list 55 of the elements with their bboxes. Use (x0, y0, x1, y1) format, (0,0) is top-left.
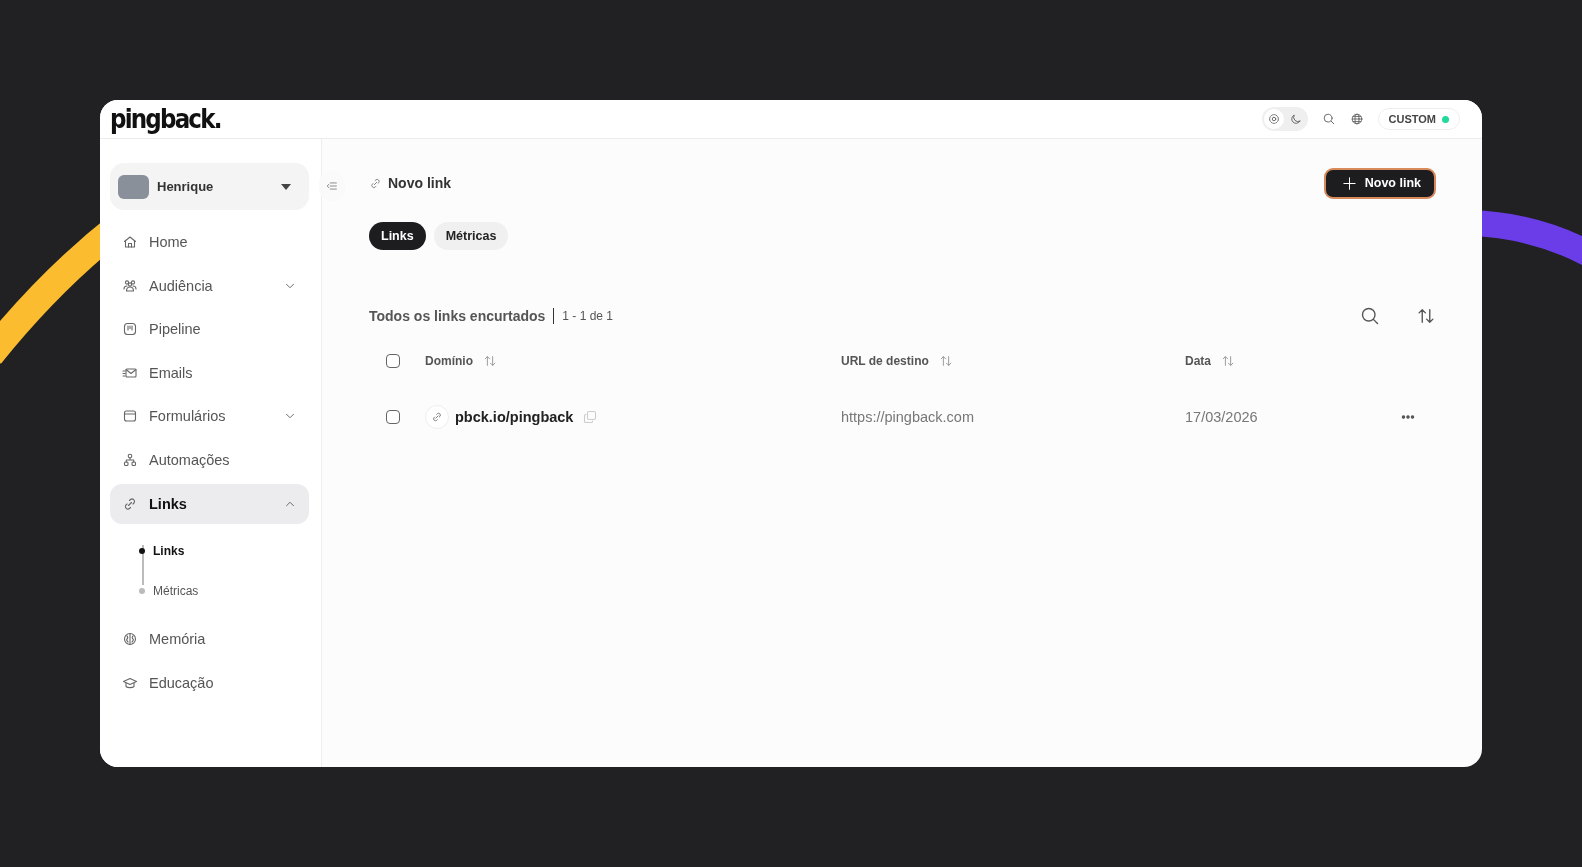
sort-icon (938, 354, 953, 368)
tab[interactable]: Métricas (433, 222, 509, 250)
copy-icon (582, 409, 599, 425)
sort-icon (1221, 354, 1235, 368)
form-icon (122, 408, 138, 425)
collapse-icon (325, 179, 339, 193)
column-header[interactable]: URL de destino (841, 354, 929, 368)
link-icon (122, 495, 138, 512)
new-link-button[interactable]: Novo link (1323, 167, 1436, 199)
sidebar-item[interactable]: Links (110, 483, 309, 524)
sort-button[interactable] (1416, 306, 1436, 326)
moon-icon (1288, 112, 1303, 126)
globe-icon (1349, 112, 1364, 126)
plus-icon (1341, 175, 1357, 191)
sidebar-item[interactable]: Pipeline (110, 309, 309, 350)
account-switcher[interactable]: Henrique (110, 163, 309, 210)
list-title: Todos os links encurtados (369, 308, 555, 324)
search-icon (1360, 306, 1380, 326)
link-icon (369, 176, 382, 190)
sort-icon (1416, 306, 1436, 326)
caret-icon (281, 183, 291, 190)
flow-icon (122, 451, 138, 468)
account-name: Henrique (157, 179, 215, 194)
sidebar-item[interactable]: Automações (110, 439, 309, 480)
short-link[interactable]: pbck.io/pingback (455, 409, 574, 425)
status-dot (1442, 115, 1449, 123)
result-count: 1 - 1 de 1 (561, 309, 615, 323)
sidebar-subitem[interactable]: Métricas (134, 571, 309, 612)
table-cell-text: 17/03/2026 (1185, 409, 1259, 425)
row-checkbox[interactable] (386, 410, 400, 424)
custom-badge[interactable]: CUSTOM (1377, 108, 1460, 130)
sidebar-item[interactable]: Memória (110, 619, 309, 660)
brain-icon (122, 631, 138, 648)
theme-option[interactable] (1263, 109, 1284, 129)
sort-icon (483, 354, 497, 368)
sidebar-subitem[interactable]: Links (134, 531, 309, 572)
column-header[interactable]: Data (1185, 354, 1211, 368)
tab[interactable]: Links (369, 222, 426, 250)
page-title: Novo link (388, 175, 451, 191)
people-icon (122, 277, 138, 294)
sidebar-item[interactable]: Emails (110, 352, 309, 393)
search-button[interactable] (1360, 306, 1380, 326)
select-all-checkbox[interactable] (386, 354, 400, 368)
sidebar-item[interactable]: Educação (110, 662, 309, 703)
avatar-placeholder (118, 174, 149, 199)
sidebar-item[interactable]: Audiência (110, 265, 309, 306)
board-icon (122, 321, 138, 338)
link-icon (431, 411, 443, 423)
column-header[interactable]: Domínio (425, 354, 473, 368)
home-icon (122, 234, 138, 250)
sidebar-item[interactable]: Formulários (110, 396, 309, 437)
logo: pingback. (110, 104, 221, 134)
search-icon (1321, 112, 1336, 126)
table-cell-text: https://pingback.com (841, 409, 975, 425)
sidebar-item[interactable]: Home (110, 222, 309, 262)
